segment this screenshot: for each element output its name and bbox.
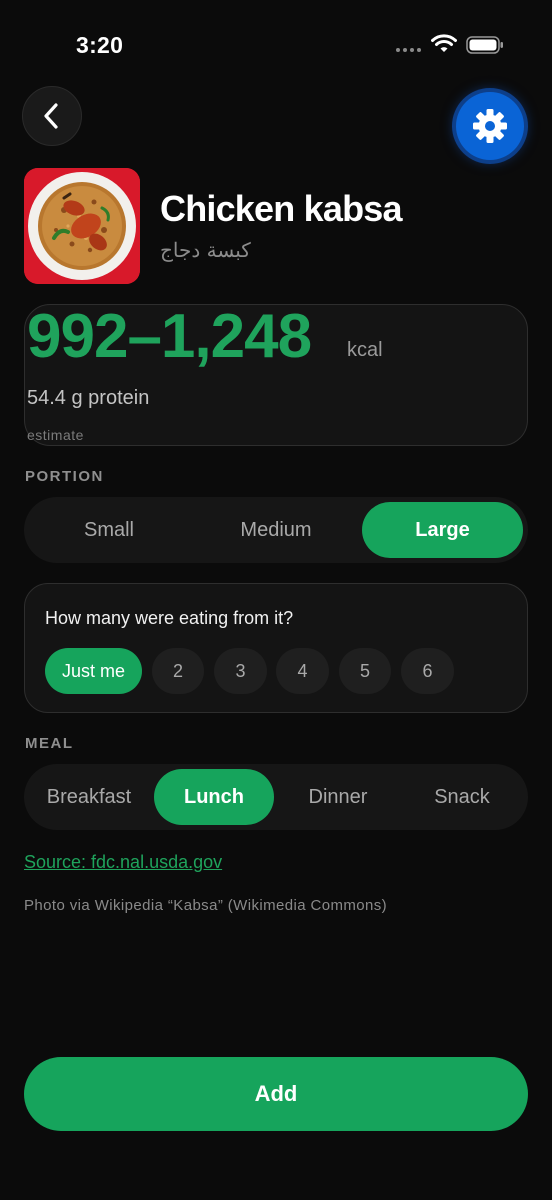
meal-selector: Breakfast Lunch Dinner Snack: [24, 764, 528, 830]
wifi-icon: [431, 34, 457, 52]
sharing-option-4[interactable]: 4: [276, 648, 329, 694]
sharing-option-5[interactable]: 5: [339, 648, 391, 694]
gear-icon: [473, 109, 507, 143]
add-button[interactable]: Add: [24, 1057, 528, 1131]
meal-option-snack[interactable]: Snack: [402, 769, 522, 825]
kabsa-dish-photo: [24, 168, 140, 284]
meal-label: MEAL: [25, 735, 74, 752]
meal-option-breakfast[interactable]: Breakfast: [28, 769, 150, 825]
settings-button[interactable]: [456, 92, 524, 160]
sharing-option-3[interactable]: 3: [214, 648, 267, 694]
status-time: 3:20: [76, 32, 124, 58]
portion-selector: Small Medium Large: [24, 497, 528, 563]
back-button[interactable]: [22, 86, 82, 146]
portion-option-medium[interactable]: Medium: [194, 502, 358, 558]
status-bar: 3:20: [0, 0, 552, 90]
sharing-option-6[interactable]: 6: [401, 648, 454, 694]
estimate-note: estimate: [27, 427, 84, 443]
photo-credit: Photo via Wikipedia “Kabsa” (Wikimedia C…: [24, 897, 388, 914]
battery-icon: [466, 36, 503, 54]
sharing-card: How many were eating from it? Just me 2 …: [24, 583, 528, 713]
portion-label: PORTION: [25, 468, 104, 485]
calorie-unit: kcal: [347, 339, 383, 361]
sharing-option-2[interactable]: 2: [152, 648, 204, 694]
protein-amount: 54.4 g protein: [27, 387, 150, 409]
portion-option-small[interactable]: Small: [28, 502, 190, 558]
food-title: Chicken kabsa: [160, 188, 403, 229]
meal-option-dinner[interactable]: Dinner: [278, 769, 398, 825]
food-photo: [24, 168, 140, 284]
sharing-option-just-me[interactable]: Just me: [45, 648, 142, 694]
sharing-question: How many were eating from it?: [45, 608, 294, 628]
source-link[interactable]: Source: fdc.nal.usda.gov: [24, 852, 222, 873]
meal-option-lunch[interactable]: Lunch: [154, 769, 274, 825]
food-subtitle-arabic: كبسة دجاج: [160, 238, 251, 262]
chevron-left-icon: [44, 103, 58, 129]
signal-dots-icon: [396, 48, 421, 52]
calorie-range: 992–1,248: [27, 302, 312, 371]
calorie-card: 992–1,248 kcal 54.4 g protein estimate: [24, 302, 528, 446]
portion-option-large[interactable]: Large: [362, 502, 523, 558]
